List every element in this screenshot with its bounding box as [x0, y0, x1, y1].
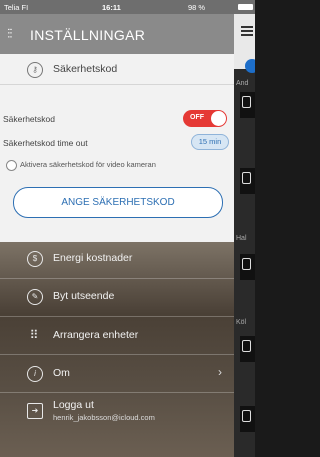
background-section-label: Köl	[236, 319, 247, 326]
logout-email: henrik_jakobsson@icloud.com	[53, 413, 155, 422]
menu-item-appearance[interactable]: ✎ Byt utseende	[0, 280, 234, 314]
thermometer-icon	[242, 96, 251, 108]
thermometer-icon	[242, 172, 251, 184]
video-option-label: Aktivera säkerhetskod för video kameran	[20, 160, 156, 169]
drawer-title: INSTÄLLNINGAR	[30, 27, 146, 43]
chevron-right-icon: ›	[218, 365, 222, 379]
divider	[0, 392, 234, 393]
security-code-toggle[interactable]: OFF	[183, 110, 227, 127]
background-avatar	[245, 59, 255, 73]
background-device-tile[interactable]	[240, 92, 255, 118]
video-option-radio[interactable]	[6, 160, 17, 171]
clock: 16:11	[102, 3, 121, 12]
timeout-label: Säkerhetskod time out	[3, 138, 88, 148]
thermometer-icon	[242, 340, 251, 352]
background-device-tile[interactable]	[240, 168, 255, 194]
menu-item-label: Om	[53, 367, 70, 379]
battery-percent: 98 %	[188, 3, 206, 12]
divider	[0, 278, 234, 279]
set-security-code-button[interactable]: ANGE SÄKERHETSKOD	[13, 187, 223, 218]
battery-icon	[238, 4, 253, 10]
status-bar: Telia FI 16:11 98 %	[0, 0, 255, 14]
settings-drawer: ⫶⫶ INSTÄLLNINGAR ⚷ Säkerhetskod Säkerhet…	[0, 14, 234, 457]
logout-row[interactable]: ➜ Logga ut henrik_jakobsson@icloud.com	[0, 394, 234, 434]
hamburger-menu-icon[interactable]	[241, 26, 253, 36]
security-setting-label: Säkerhetskod	[3, 114, 55, 124]
drawer-header: ⫶⫶ INSTÄLLNINGAR	[0, 14, 234, 54]
carrier-label: Telia FI	[4, 3, 29, 12]
info-icon: i	[27, 366, 43, 382]
divider	[0, 84, 234, 85]
menu-item-energy[interactable]: $ Energi kostnader	[0, 242, 234, 276]
thermometer-icon	[242, 410, 251, 422]
background-section-label: And	[236, 80, 249, 87]
background-device-tile[interactable]	[240, 336, 255, 362]
logout-label: Logga ut	[53, 399, 94, 411]
menu-item-arrange[interactable]: ⠿ Arrangera enheter	[0, 318, 234, 354]
logout-icon: ➜	[27, 403, 43, 419]
sliders-icon: ⫶⫶	[7, 26, 12, 41]
divider	[0, 316, 234, 317]
menu-item-about[interactable]: i Om ›	[0, 356, 234, 392]
toggle-knob	[211, 111, 226, 126]
shield-icon	[242, 258, 251, 270]
grid-icon: ⠿	[29, 328, 39, 342]
background-section-label: Hal	[236, 235, 247, 242]
background-device-tile[interactable]	[240, 254, 255, 280]
menu-item-label: Arrangera enheter	[53, 329, 139, 341]
timeout-value-pill[interactable]: 15 min	[191, 134, 229, 150]
background-device-tile[interactable]	[240, 406, 255, 432]
menu-item-label: Byt utseende	[53, 290, 115, 302]
security-code-title: Säkerhetskod	[53, 63, 118, 75]
energy-icon: $	[27, 251, 43, 267]
divider	[0, 354, 234, 355]
palette-icon: ✎	[27, 289, 43, 305]
menu-item-label: Energi kostnader	[53, 252, 133, 264]
security-code-row[interactable]: ⚷ Säkerhetskod	[0, 54, 234, 84]
toggle-state-text: OFF	[190, 114, 204, 121]
key-icon: ⚷	[27, 62, 43, 78]
app-screen: Telia FI 16:11 98 % And Hal Köl ⫶⫶ INSTÄ…	[0, 0, 255, 457]
